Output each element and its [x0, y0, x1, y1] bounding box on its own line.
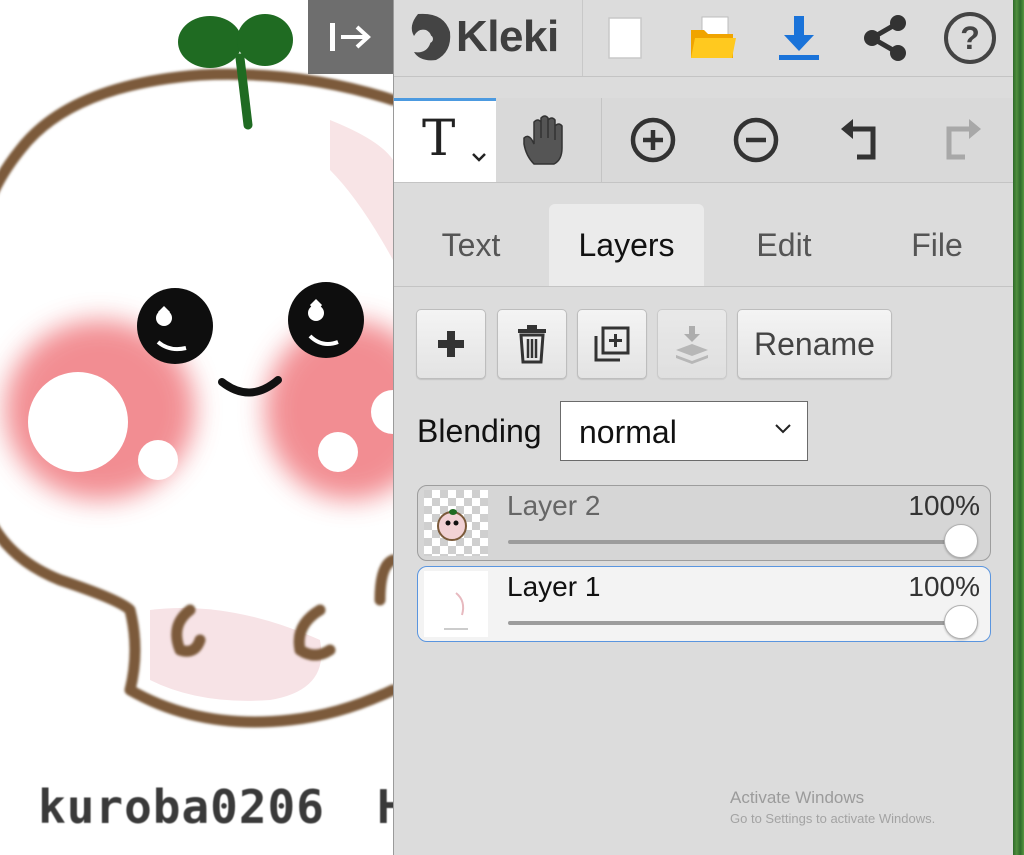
signature-text: kuroba0206	[38, 780, 325, 834]
logo-text: Kleki	[456, 12, 559, 61]
top-bar: Kleki ?	[394, 0, 1014, 77]
blending-mode-select[interactable]: normal	[560, 401, 808, 461]
opacity-slider-track[interactable]	[508, 621, 962, 625]
undo-icon	[841, 119, 876, 160]
blending-label: Blending	[417, 413, 542, 449]
layer-thumbnail	[424, 571, 488, 637]
collapse-arrow-icon	[329, 23, 371, 51]
undo-button[interactable]	[828, 108, 892, 172]
merge-down-icon	[676, 326, 708, 364]
tab-text[interactable]: Text	[416, 204, 526, 286]
signature-watermark: kuroba0206 H	[38, 780, 393, 834]
zoom-out-button[interactable]	[724, 108, 788, 172]
chevron-down-icon[interactable]	[470, 151, 488, 163]
zoom-in-button[interactable]	[621, 108, 685, 172]
redo-button[interactable]	[930, 108, 994, 172]
blank-page-icon	[608, 17, 642, 59]
tab-layers[interactable]: Layers	[549, 204, 704, 286]
share-button[interactable]	[854, 8, 916, 68]
merge-layer-button[interactable]	[657, 309, 727, 379]
layer-item-selected[interactable]: Layer 1 100%	[417, 566, 991, 642]
share-icon	[864, 15, 906, 61]
download-button[interactable]	[768, 8, 830, 68]
tab-edit[interactable]: Edit	[729, 204, 839, 286]
zoom-out-icon	[733, 117, 779, 163]
blending-value: normal	[579, 414, 677, 450]
background-strip	[1013, 0, 1024, 855]
chevron-down-icon	[775, 424, 791, 434]
add-layer-button[interactable]	[416, 309, 486, 379]
layer-thumbnail-image	[424, 571, 488, 637]
tool-bar: T	[394, 98, 1014, 183]
opacity-slider-handle[interactable]	[944, 524, 978, 558]
plus-icon	[438, 331, 464, 357]
hand-icon	[523, 115, 563, 165]
kleki-logo-icon	[411, 13, 451, 61]
rename-layer-button[interactable]: Rename	[737, 309, 892, 379]
download-icon	[779, 16, 819, 60]
opacity-slider-track[interactable]	[508, 540, 962, 544]
panel-tabs: Text Layers Edit File	[394, 204, 1014, 287]
side-panel: Kleki ? T Text Layers Edit File Rename B…	[393, 0, 1014, 855]
rename-label: Rename	[754, 325, 875, 362]
layer-opacity: 100%	[908, 490, 980, 521]
activate-windows-title: Activate Windows	[730, 788, 865, 807]
collapse-panel-button[interactable]	[308, 0, 393, 74]
kleki-logo[interactable]: Kleki	[408, 6, 559, 68]
opacity-slider-handle[interactable]	[944, 605, 978, 639]
text-tool-icon: T	[422, 109, 456, 167]
divider	[582, 0, 583, 76]
drawing-canvas[interactable]: kuroba0206 H	[0, 0, 393, 855]
redo-icon	[946, 119, 981, 160]
signature-text-partial: H	[376, 780, 393, 834]
divider	[601, 98, 602, 182]
layer-name: Layer 2	[507, 490, 601, 521]
layer-name: Layer 1	[507, 571, 601, 602]
delete-layer-button[interactable]	[497, 309, 567, 379]
svg-text:?: ?	[960, 20, 980, 56]
help-button[interactable]: ?	[939, 8, 1001, 68]
trash-icon	[518, 325, 546, 364]
help-icon: ?	[944, 12, 996, 64]
hand-tool-button[interactable]	[514, 108, 578, 172]
folder-icon	[691, 16, 736, 58]
duplicate-icon	[594, 326, 630, 362]
layer-thumbnail	[424, 490, 488, 556]
activate-windows-subtitle: Go to Settings to activate Windows.	[730, 811, 936, 826]
text-tool-button[interactable]: T	[394, 98, 496, 182]
layers-panel: Rename Blending normal Layer 2 100% Laye…	[394, 287, 1014, 855]
new-image-button[interactable]	[594, 8, 656, 68]
tab-file[interactable]: File	[882, 204, 992, 286]
canvas-artwork	[0, 14, 393, 728]
open-file-button[interactable]	[682, 8, 744, 68]
layer-thumbnail-image	[424, 490, 488, 556]
layer-opacity: 100%	[908, 571, 980, 602]
duplicate-layer-button[interactable]	[577, 309, 647, 379]
zoom-in-icon	[630, 117, 676, 163]
layer-item[interactable]: Layer 2 100%	[417, 485, 991, 561]
